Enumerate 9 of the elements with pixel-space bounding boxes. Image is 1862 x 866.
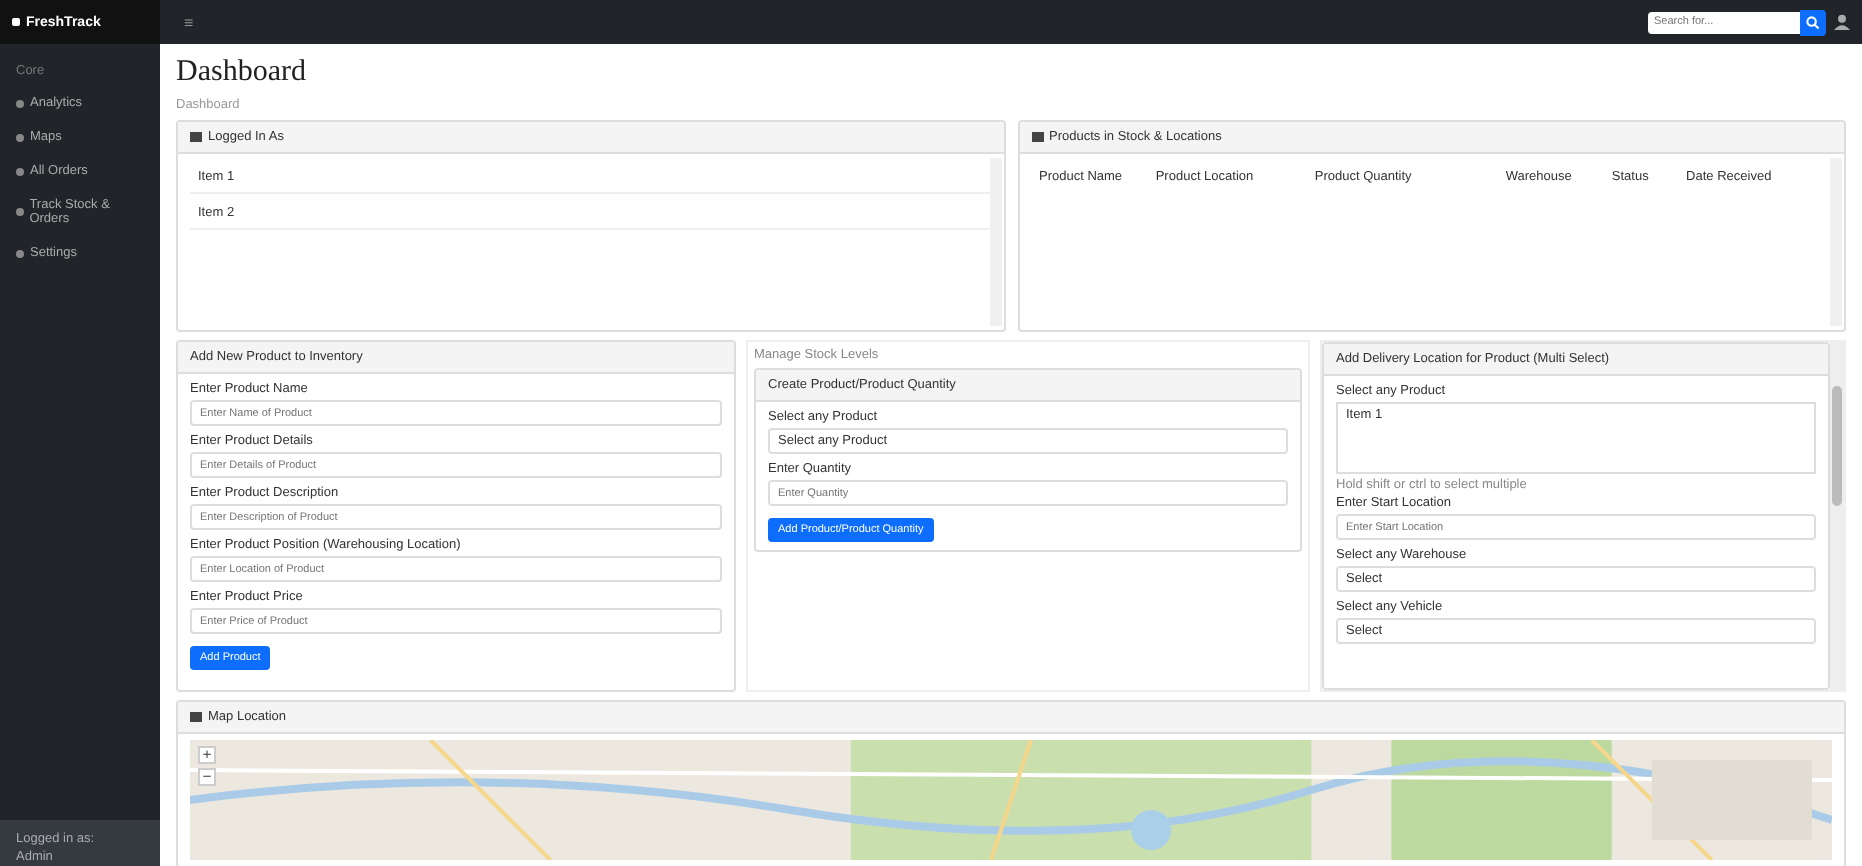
search-icon bbox=[1806, 15, 1820, 29]
page-title: Dashboard bbox=[176, 56, 306, 90]
scrollbar[interactable] bbox=[989, 158, 1001, 326]
search-button[interactable] bbox=[1800, 9, 1826, 35]
user-icon[interactable] bbox=[1834, 14, 1850, 30]
menu-toggle[interactable]: ≡ bbox=[172, 11, 206, 33]
scrollbar[interactable] bbox=[1830, 342, 1844, 690]
logo-icon bbox=[12, 18, 20, 26]
scrollbar[interactable] bbox=[1830, 158, 1842, 326]
